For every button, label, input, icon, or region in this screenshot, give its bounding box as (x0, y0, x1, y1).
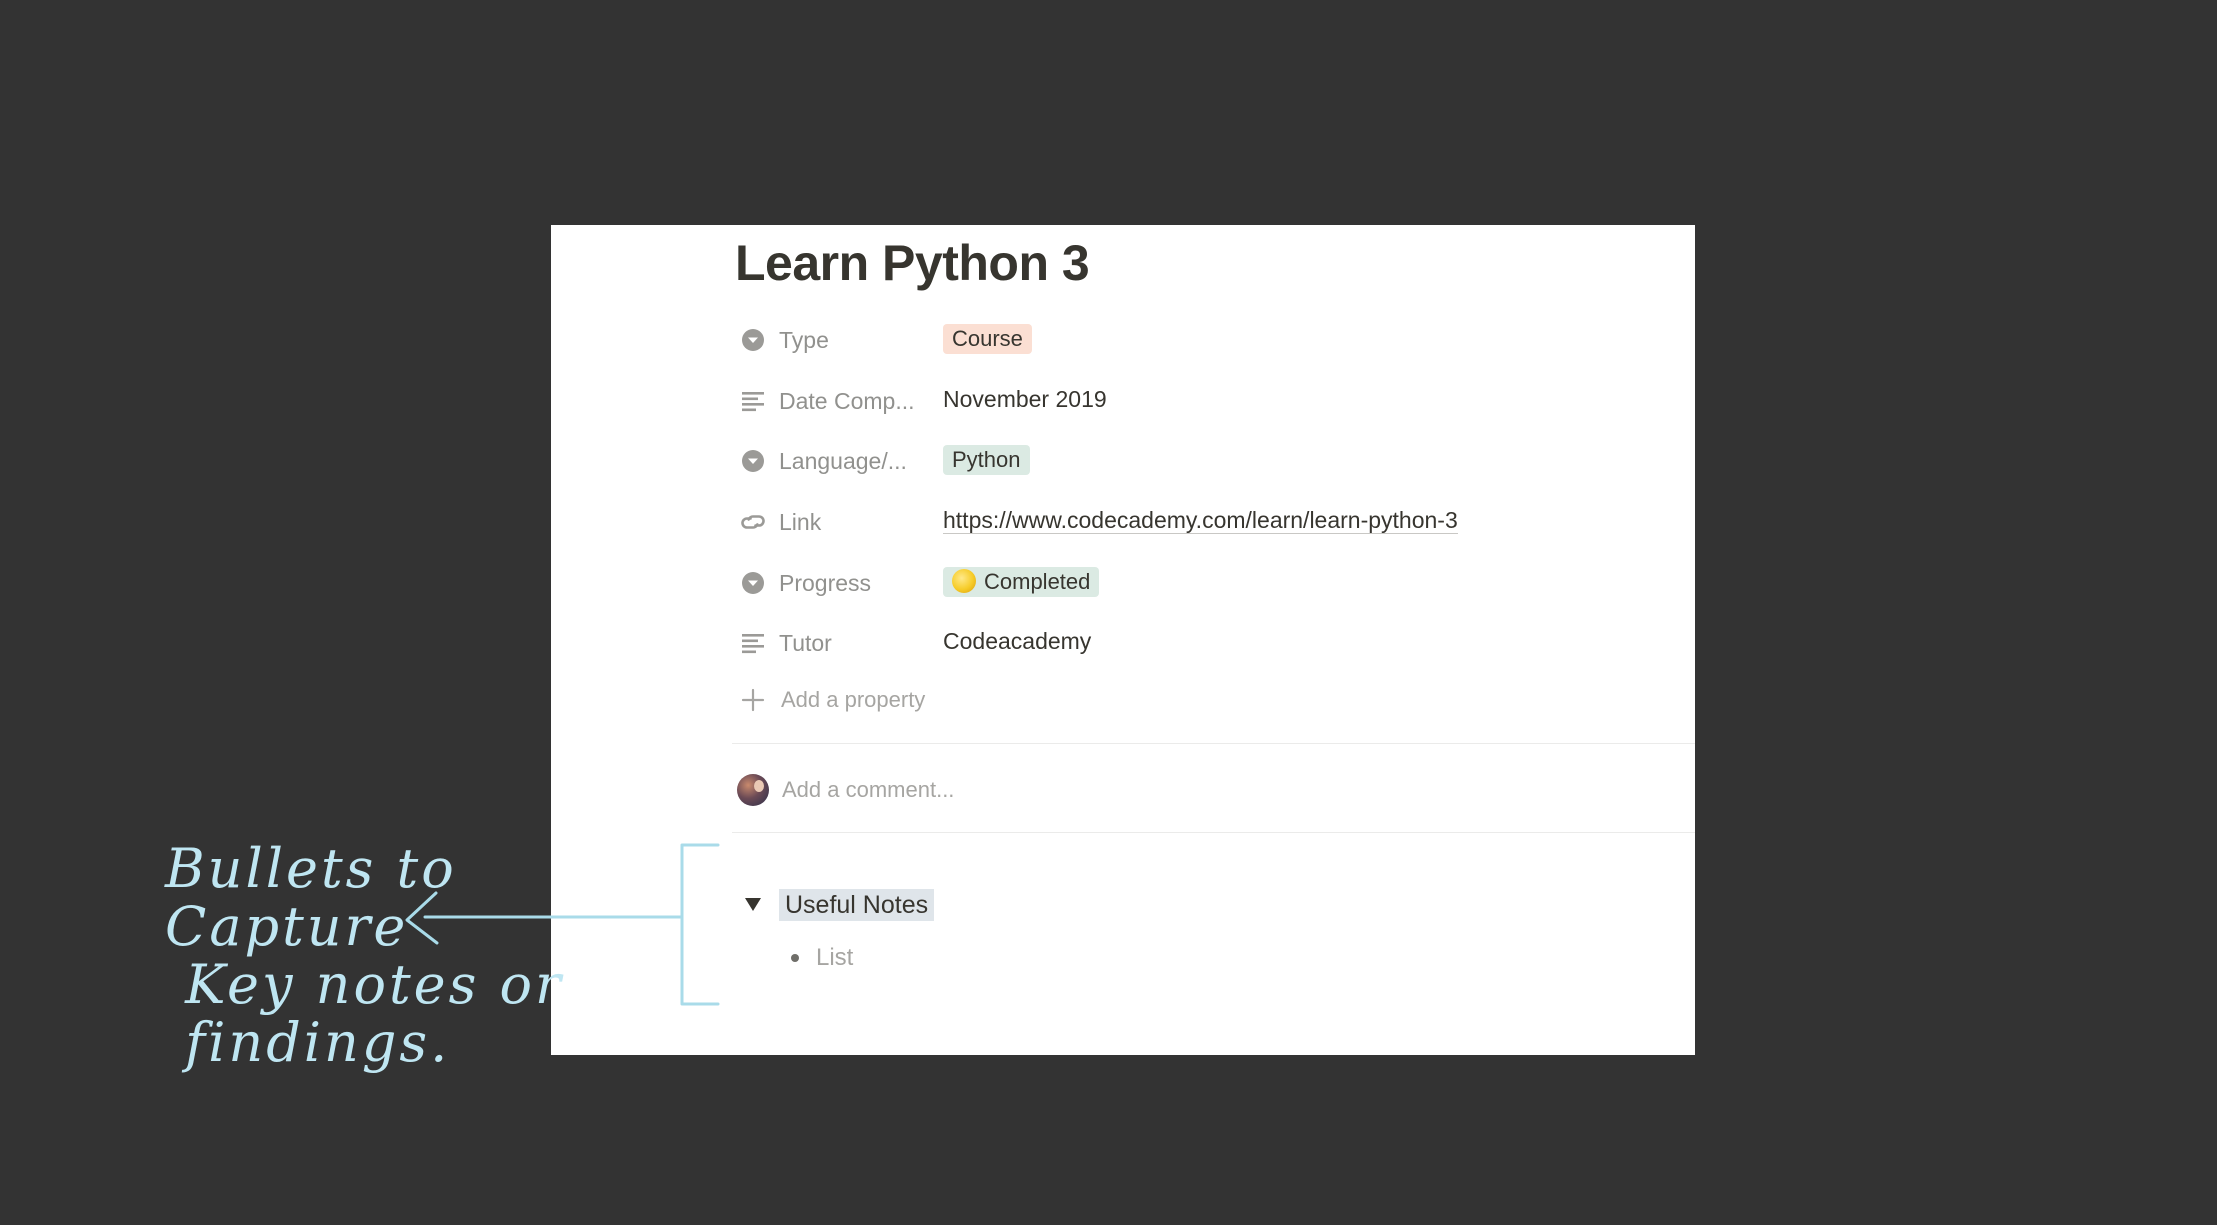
annotation-handwritten-note: Bullets to Capture Key notes or findings… (165, 837, 564, 1074)
list-item[interactable]: List (791, 941, 1091, 975)
toggle-block[interactable]: Useful Notes (735, 885, 1335, 925)
property-name-type[interactable]: Type (779, 325, 829, 355)
property-value-progress[interactable]: Completed (943, 566, 1100, 597)
text-icon (740, 388, 766, 414)
add-property-button[interactable]: Add a property (735, 680, 1135, 720)
property-value-language[interactable]: Python (943, 444, 1030, 475)
text-icon (740, 630, 766, 656)
tag-completed: Completed (943, 567, 1100, 597)
property-value-link[interactable]: https://www.codecademy.com/learn/learn-p… (943, 505, 1458, 535)
plus-icon (741, 688, 765, 712)
tag-course: Course (943, 324, 1032, 354)
property-row-date-completed[interactable]: Date Comp... November 2019 (735, 375, 1635, 427)
divider (732, 832, 1695, 833)
link-icon (740, 509, 766, 535)
select-icon (740, 448, 766, 474)
property-name-language[interactable]: Language/... (779, 446, 907, 476)
select-icon (740, 570, 766, 596)
divider (732, 743, 1695, 744)
property-row-type[interactable]: Type Course (735, 314, 1635, 366)
triangle-down-icon[interactable] (744, 895, 762, 913)
property-value-type[interactable]: Course (943, 323, 1032, 354)
comment-placeholder: Add a comment... (782, 777, 955, 802)
add-property-label: Add a property (781, 687, 926, 712)
yellow-circle-icon (952, 569, 976, 593)
bullet-icon (791, 954, 799, 962)
tag-python: Python (943, 445, 1030, 475)
property-name-tutor[interactable]: Tutor (779, 628, 832, 658)
notion-page: Learn Python 3 Type Course Date Comp... … (551, 225, 1695, 1055)
property-name-link[interactable]: Link (779, 507, 821, 537)
comment-input[interactable]: Add a comment... (735, 770, 1435, 810)
select-icon (740, 327, 766, 353)
property-name-progress[interactable]: Progress (779, 568, 871, 598)
page-title[interactable]: Learn Python 3 (735, 233, 1090, 293)
property-row-link[interactable]: Link https://www.codecademy.com/learn/le… (735, 496, 1635, 548)
property-row-tutor[interactable]: Tutor Codeacademy (735, 617, 1635, 669)
property-value-tutor[interactable]: Codeacademy (943, 626, 1091, 656)
property-name-date-completed[interactable]: Date Comp... (779, 386, 915, 416)
list-item-text[interactable]: List (816, 941, 853, 975)
property-value-date-completed[interactable]: November 2019 (943, 384, 1107, 414)
property-row-progress[interactable]: Progress Completed (735, 557, 1635, 609)
avatar (737, 774, 769, 806)
toggle-title[interactable]: Useful Notes (779, 889, 935, 921)
tag-completed-label: Completed (984, 569, 1091, 594)
property-row-language[interactable]: Language/... Python (735, 435, 1635, 487)
link-url[interactable]: https://www.codecademy.com/learn/learn-p… (943, 507, 1458, 534)
